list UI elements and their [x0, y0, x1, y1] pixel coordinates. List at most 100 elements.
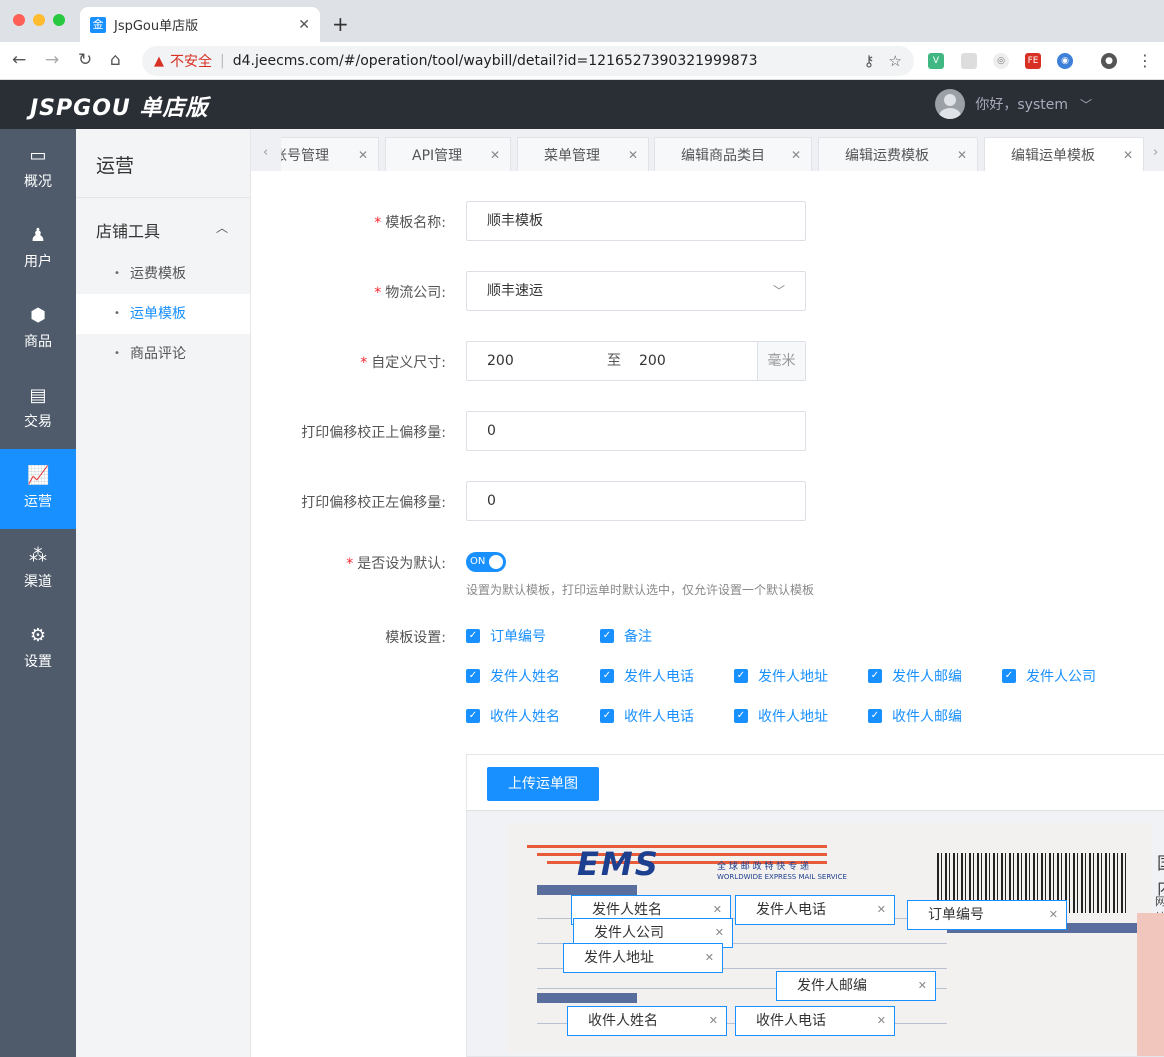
upload-waybill-button[interactable]: 上传运单图 [487, 767, 599, 801]
chevron-left-icon[interactable]: ‹ [263, 145, 268, 160]
checkbox-receiver-name[interactable]: ✓ 收件人姓名 [466, 706, 560, 726]
checkbox-receiver-zipcode[interactable]: ✓ 收件人邮编 [868, 706, 962, 726]
back-icon[interactable]: ← [12, 50, 26, 70]
offset-top-input[interactable]: 0 [466, 411, 806, 451]
close-icon[interactable]: ✕ [1123, 148, 1133, 162]
minimize-window-button[interactable] [33, 14, 45, 26]
sidebar-item-goods[interactable]: ⬢ 商品 [0, 289, 76, 369]
close-tab-icon[interactable]: ✕ [298, 17, 310, 33]
checkbox-sender-address[interactable]: ✓ 发件人地址 [734, 666, 828, 686]
fe-extension-icon[interactable]: FE [1025, 53, 1041, 69]
browser-tab[interactable]: 金 JspGou单店版 ✕ [80, 7, 320, 42]
checkbox-label: 收件人邮编 [892, 709, 962, 725]
sidebar-item-settings[interactable]: ⚙ 设置 [0, 609, 76, 689]
close-icon[interactable]: ✕ [709, 1007, 718, 1035]
chevron-down-icon: ﹀ [772, 284, 785, 298]
chevron-right-icon[interactable]: › [1153, 145, 1158, 160]
sidebar-item-overview[interactable]: ▭ 概况 [0, 129, 76, 209]
close-icon[interactable]: ✕ [358, 148, 368, 162]
form-header-bar [537, 885, 637, 895]
sidebar-item-users[interactable]: ♟ 用户 [0, 209, 76, 289]
ems-subtitle: 全 球 邮 政 特 快 专 递 [717, 862, 810, 872]
tab-label: 编辑运单模板 [1011, 147, 1095, 164]
default-toggle[interactable]: ON [466, 552, 506, 572]
template-name-input[interactable]: 顺丰模板 [466, 201, 806, 241]
tab-label: API管理 [412, 147, 463, 164]
user-menu[interactable]: 你好，system ﹀ [935, 89, 1092, 119]
offset-left-label: 打印偏移校正左偏移量: [301, 495, 446, 511]
subnav-item-label: 运单模板 [130, 306, 186, 322]
sidebar-item-channel[interactable]: ⁂ 渠道 [0, 529, 76, 609]
reload-icon[interactable]: ↻ [78, 50, 92, 70]
close-icon[interactable]: ✕ [1049, 901, 1058, 929]
maximize-window-button[interactable] [53, 14, 65, 26]
subnav-group-title[interactable]: 店铺工具 [96, 218, 160, 242]
checkbox-sender-company[interactable]: ✓ 发件人公司 [1002, 666, 1096, 686]
browser-tab-title: JspGou单店版 [114, 19, 199, 34]
field-tag-receiver-name[interactable]: 收件人姓名 ✕ [567, 1006, 727, 1036]
check-icon: ✓ [734, 669, 748, 683]
checkbox-receiver-phone[interactable]: ✓ 收件人电话 [600, 706, 694, 726]
close-icon[interactable]: ✕ [918, 972, 927, 1000]
close-icon[interactable]: ✕ [877, 1007, 886, 1035]
profile-icon[interactable]: ● [1101, 53, 1117, 69]
tab-edit-category[interactable]: 编辑商品类目 ✕ [654, 137, 812, 171]
close-icon[interactable]: ✕ [490, 148, 500, 162]
sidebar-item-label: 设置 [24, 654, 52, 670]
tab-edit-freight-template[interactable]: 编辑运费模板 ✕ [818, 137, 978, 171]
checkbox-receiver-address[interactable]: ✓ 收件人地址 [734, 706, 828, 726]
home-icon[interactable]: ⌂ [110, 50, 121, 70]
menu-dots-icon[interactable]: ⋮ [1137, 51, 1153, 70]
default-hint: 设置为默认模板，打印运单时默认选中，仅允许设置一个默认模板 [466, 583, 815, 597]
tab-account-management[interactable]: 账号管理 ✕ [281, 137, 379, 171]
close-icon[interactable]: ✕ [877, 896, 886, 924]
field-tag-sender-zipcode[interactable]: 发件人邮编 ✕ [776, 971, 936, 1001]
checkbox-label: 订单编号 [490, 629, 546, 645]
field-tag-order-number[interactable]: 订单编号 ✕ [907, 900, 1067, 930]
sidebar-item-label: 运营 [24, 494, 52, 510]
tab-label: 账号管理 [273, 147, 329, 164]
field-tag-label: 收件人电话 [756, 1013, 826, 1029]
star-icon[interactable]: ☆ [889, 52, 902, 70]
tab-edit-waybill-template[interactable]: 编辑运单模板 ✕ [984, 137, 1144, 171]
key-icon[interactable]: ⚷ [864, 52, 875, 70]
vue-extension-icon[interactable]: V [928, 53, 944, 69]
close-window-button[interactable] [13, 14, 25, 26]
address-bar[interactable]: ▲ 不安全 | d4.jeecms.com/#/operation/tool/w… [142, 46, 914, 76]
close-icon[interactable]: ✕ [628, 148, 638, 162]
extension-icon[interactable] [961, 53, 977, 69]
size-height-input[interactable]: 200 [639, 342, 666, 380]
checkbox-sender-phone[interactable]: ✓ 发件人电话 [600, 666, 694, 686]
user-icon: ♟ [29, 225, 47, 246]
browser-tabbar: 金 JspGou单店版 ✕ + [0, 0, 1164, 42]
checkbox-order-number[interactable]: ✓ 订单编号 [466, 626, 546, 646]
close-icon[interactable]: ✕ [705, 944, 714, 972]
field-tag-sender-address[interactable]: 发件人地址 ✕ [563, 943, 723, 973]
close-icon[interactable]: ✕ [957, 148, 967, 162]
extension-circle-icon[interactable]: ◎ [993, 53, 1009, 69]
check-icon: ✓ [600, 709, 614, 723]
field-tag-receiver-phone[interactable]: 收件人电话 ✕ [735, 1006, 895, 1036]
tab-api-management[interactable]: API管理 ✕ [385, 137, 511, 171]
forward-icon[interactable]: → [45, 50, 59, 70]
new-tab-icon[interactable]: + [332, 12, 349, 36]
sidebar-item-operation[interactable]: 📈 运营 [0, 449, 76, 529]
browser-toolbar: ← → ↻ ⌂ ▲ 不安全 | d4.jeecms.com/#/operatio… [0, 42, 1164, 80]
close-icon[interactable]: ✕ [791, 148, 801, 162]
checkbox-label: 发件人姓名 [490, 669, 560, 685]
logistics-company-select[interactable]: 顺丰速运 ﹀ [466, 271, 806, 311]
sidebar-item-trade[interactable]: ▤ 交易 [0, 369, 76, 449]
template-name-label: * 模板名称: [374, 215, 446, 231]
size-width-input[interactable]: 200 [487, 353, 514, 369]
tab-menu-management[interactable]: 菜单管理 ✕ [517, 137, 649, 171]
sidebar-item-label: 交易 [24, 414, 52, 430]
checkbox-remark[interactable]: ✓ 备注 [600, 626, 652, 646]
field-tag-sender-phone[interactable]: 发件人电话 ✕ [735, 895, 895, 925]
checkbox-sender-name[interactable]: ✓ 发件人姓名 [466, 666, 560, 686]
globe-extension-icon[interactable]: ◉ [1057, 53, 1073, 69]
offset-left-input[interactable]: 0 [466, 481, 806, 521]
ems-subtitle-en: WORLDWIDE EXPRESS MAIL SERVICE [717, 873, 847, 881]
checkbox-label: 收件人地址 [758, 709, 828, 725]
user-greeting: 你好，system [975, 97, 1068, 113]
checkbox-sender-zipcode[interactable]: ✓ 发件人邮编 [868, 666, 962, 686]
